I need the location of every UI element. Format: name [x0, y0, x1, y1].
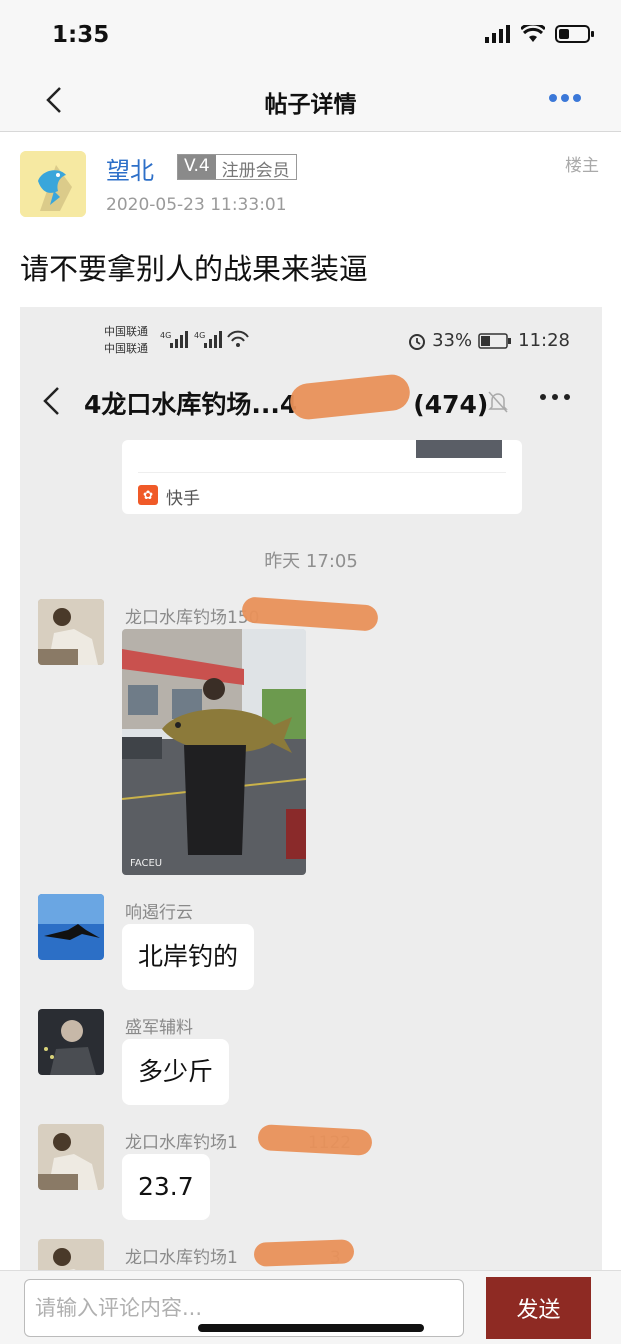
chat-bubble: 北岸钓的	[122, 924, 255, 990]
fish-logo-icon	[20, 151, 86, 217]
card-divider	[138, 472, 506, 473]
sender-avatar	[38, 894, 104, 960]
sender-name-head: 龙口水库钓场1	[125, 1248, 238, 1268]
chat-menu-icon	[540, 394, 570, 400]
sender-avatar	[38, 599, 104, 665]
carrier-line-1: 中国联通	[104, 325, 148, 338]
svg-text:4G: 4G	[160, 331, 171, 340]
battery-icon	[555, 25, 594, 43]
sender-avatar	[38, 1124, 104, 1190]
status-icons	[485, 24, 595, 44]
alarm-clock-icon	[409, 333, 426, 350]
chat-title-text: 4龙口水库钓场...4	[84, 390, 298, 419]
post-image[interactable]: 中国联通 中国联通 4G 4G 33% 11:28 4龙口水库钓场...4 (47…	[20, 307, 602, 1270]
post-header: 望北 V.4 注册会员 2020-05-23 11:33:01 楼主	[0, 133, 621, 228]
redaction-mark	[253, 1239, 355, 1267]
photo-watermark: FACEU	[130, 858, 163, 869]
angler-with-carp-image	[122, 629, 306, 875]
mute-bell-icon	[488, 391, 508, 413]
embedded-carrier: 中国联通 中国联通	[104, 323, 148, 357]
sender-name: 龙口水库钓场150	[125, 608, 260, 628]
chat-timestamp: 昨天 17:05	[264, 551, 358, 572]
embedded-signal-icon: 4G 4G	[160, 330, 249, 348]
author-name[interactable]: 望北	[106, 151, 154, 186]
chat-title: 4龙口水库钓场...4 (474)	[84, 385, 488, 421]
svg-text:4G: 4G	[194, 331, 205, 340]
shared-source-label: 快手	[166, 489, 200, 509]
embedded-status-right: 33% 11:28	[408, 330, 570, 351]
chat-bubble: 23.7	[122, 1154, 210, 1220]
post-title: 请不要拿别人的战果来装逼	[20, 252, 369, 286]
author-avatar[interactable]	[20, 151, 86, 217]
embedded-time: 11:28	[518, 330, 570, 351]
sender-avatar	[38, 1239, 104, 1270]
chat-back-icon	[43, 387, 59, 415]
page-title: 帖子详情	[264, 92, 357, 118]
status-time: 1:35	[52, 22, 110, 48]
sender-name-head: 龙口水库钓场1	[125, 1133, 238, 1153]
nav-bar: 帖子详情	[0, 70, 621, 132]
man-portrait-icon	[38, 1124, 104, 1190]
comment-bar: 发送	[0, 1270, 621, 1344]
floor-tag: 楼主	[565, 156, 599, 176]
sender-name: 响遏行云	[125, 903, 193, 923]
chat-member-count: (474)	[413, 390, 489, 419]
send-button[interactable]: 发送	[486, 1277, 591, 1339]
role-label: 注册会员	[215, 155, 296, 181]
level-label: V.4	[178, 155, 216, 179]
wifi-icon	[521, 25, 545, 42]
embedded-battery-percent: 33%	[432, 330, 473, 351]
carrier-line-2: 中国联通	[104, 342, 148, 355]
chat-bubble: 多少斤	[122, 1039, 230, 1105]
sender-name: 盛军辅料	[125, 1018, 193, 1038]
redaction-mark	[241, 596, 379, 632]
cellular-signal-icon	[485, 25, 510, 43]
more-options-icon[interactable]	[547, 88, 583, 108]
post-timestamp: 2020-05-23 11:33:01	[106, 195, 287, 215]
shared-thumbnail	[416, 440, 502, 458]
status-bar: 1:35	[0, 0, 621, 70]
man-portrait-icon	[38, 599, 104, 665]
sender-avatar	[38, 1009, 104, 1075]
shared-video-card: ✿ 快手	[122, 440, 522, 514]
level-badge: V.4 注册会员	[177, 154, 297, 181]
night-portrait-icon	[38, 1009, 104, 1075]
fish-photo: FACEU	[122, 629, 306, 875]
kuaishou-logo-icon: ✿	[138, 485, 158, 505]
eagle-sky-icon	[38, 894, 104, 960]
man-portrait-icon	[38, 1239, 104, 1270]
home-indicator	[198, 1324, 424, 1332]
embedded-battery-icon	[478, 332, 512, 349]
